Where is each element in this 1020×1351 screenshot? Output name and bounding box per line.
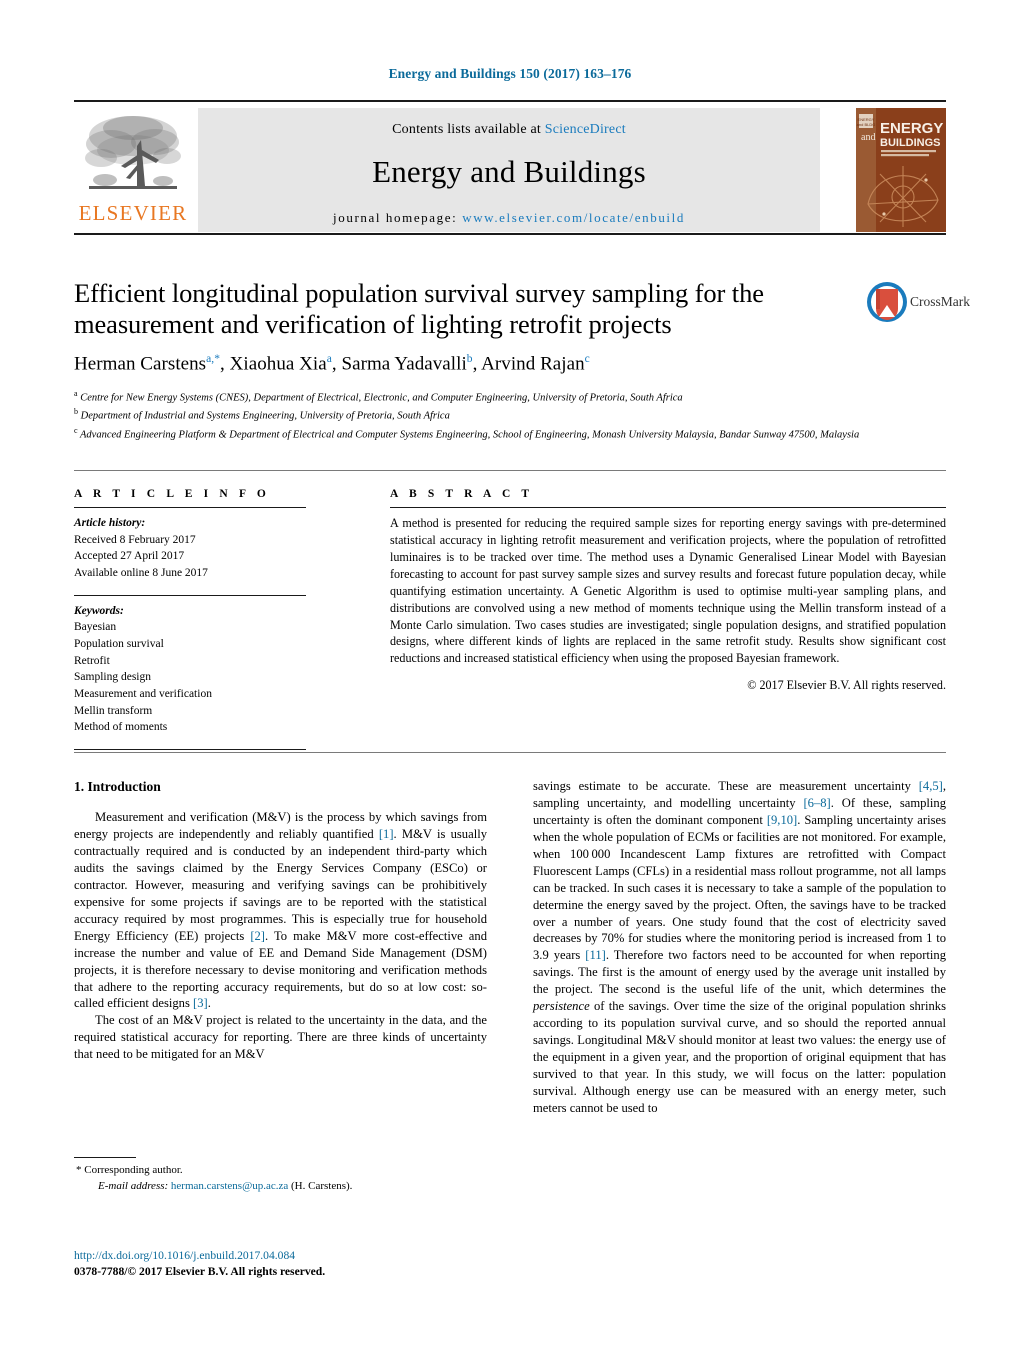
abstract-rule xyxy=(390,507,946,508)
citation-link[interactable]: [1] xyxy=(379,827,394,841)
crossmark-icon xyxy=(867,282,907,322)
section-heading-introduction: 1. Introduction xyxy=(74,779,161,794)
keyword-item: Retrofit xyxy=(74,654,110,667)
abstract-copyright: © 2017 Elsevier B.V. All rights reserved… xyxy=(747,678,946,693)
affil-sup-b: b xyxy=(74,407,78,417)
journal-masthead: ELSEVIER Contents lists available at Sci… xyxy=(74,100,946,235)
affiliation-list: a Centre for New Energy Systems (CNES), … xyxy=(74,388,894,443)
affil-sup-a: a xyxy=(74,389,78,398)
info-spacer-1 xyxy=(74,582,306,595)
footnote-rule xyxy=(74,1157,136,1158)
masthead-bottom-rule xyxy=(74,233,946,235)
citation-link[interactable]: [6–8] xyxy=(803,796,830,810)
abstract-text: A method is presented for reducing the r… xyxy=(390,516,946,666)
svg-text:and: and xyxy=(861,132,875,143)
article-info-rule-2 xyxy=(74,594,306,596)
journal-homepage-line: journal homepage: www.elsevier.com/locat… xyxy=(198,210,820,226)
keyword-item: Population survival xyxy=(74,638,164,651)
affil-mark-a: a,* xyxy=(206,353,221,366)
contents-line: Contents lists available at ScienceDirec… xyxy=(198,108,820,138)
affiliation-b: b Department of Industrial and Systems E… xyxy=(74,406,894,424)
paragraph: Measurement and verification (M&V) is th… xyxy=(74,810,487,1011)
paragraph: savings estimate to be accurate. These a… xyxy=(533,779,947,1115)
author-list: Herman Carstensa,*, Xiaohua Xiaa, Sarma … xyxy=(74,353,590,375)
journal-cover-image: ENERGY and BLDG and ENERGY BUILDINGS xyxy=(856,108,946,232)
masthead-top-rule xyxy=(74,100,946,102)
affiliation-c-text: Advanced Engineering Platform & Departme… xyxy=(80,429,860,441)
keywords-label: Keywords: xyxy=(74,604,124,617)
history-accepted: Accepted 27 April 2017 xyxy=(74,550,185,563)
email-note: E-mail address: herman.carstens@up.ac.za… xyxy=(74,1179,487,1195)
affil-mark-b: b xyxy=(466,353,473,366)
journal-title: Energy and Buildings xyxy=(372,154,646,189)
citation-link[interactable]: [4,5] xyxy=(919,779,943,793)
crossmark-badge[interactable]: CrossMark xyxy=(866,281,970,327)
abstract-heading: A B S T R A C T xyxy=(390,488,534,500)
elsevier-logo: ELSEVIER xyxy=(74,108,192,232)
email-link[interactable]: herman.carstens@up.ac.za xyxy=(171,1180,288,1192)
crossmark-label: CrossMark xyxy=(910,294,970,309)
svg-text:BUILDINGS: BUILDINGS xyxy=(880,137,941,149)
journal-homepage-link[interactable]: www.elsevier.com/locate/enbuild xyxy=(462,210,685,225)
affiliation-a-text: Centre for New Energy Systems (CNES), De… xyxy=(80,392,683,404)
title-block: Efficient longitudinal population surviv… xyxy=(74,278,874,376)
affil-sup-c: c xyxy=(74,425,78,435)
affiliation-b-text: Department of Industrial and Systems Eng… xyxy=(80,410,450,422)
article-info-heading: A R T I C L E I N F O xyxy=(74,488,270,500)
keyword-item: Measurement and verification xyxy=(74,688,212,701)
page-title: Efficient longitudinal population surviv… xyxy=(74,278,764,339)
paper-page: Energy and Buildings 150 (2017) 163–176 xyxy=(0,0,1020,1351)
affiliation-c: c Advanced Engineering Platform & Depart… xyxy=(74,425,894,443)
email-label: E-mail address: xyxy=(98,1179,169,1192)
keyword-item: Sampling design xyxy=(74,671,151,684)
citation-link[interactable]: [2] xyxy=(250,929,265,943)
history-online: Available online 8 June 2017 xyxy=(74,567,208,580)
citation-link[interactable]: [3] xyxy=(193,996,208,1010)
elsevier-tree-icon xyxy=(85,116,181,189)
issn-copyright-line: 0378-7788/© 2017 Elsevier B.V. All right… xyxy=(74,1265,326,1279)
footer-block: http://dx.doi.org/10.1016/j.enbuild.2017… xyxy=(74,1248,574,1281)
elsevier-wordmark: ELSEVIER xyxy=(78,201,188,225)
abstract-block: A B S T R A C T A method is presented fo… xyxy=(390,488,946,693)
journal-band: Contents lists available at ScienceDirec… xyxy=(198,108,820,232)
footnote-block: * Corresponding author. E-mail address: … xyxy=(74,1163,487,1194)
running-head: Energy and Buildings 150 (2017) 163–176 xyxy=(388,66,632,81)
info-top-rule xyxy=(74,470,946,471)
svg-text:ENERGY: ENERGY xyxy=(880,120,943,137)
keyword-item: Mellin transform xyxy=(74,704,153,717)
corresponding-author-note: * Corresponding author. xyxy=(76,1164,183,1176)
citation-link[interactable]: [11] xyxy=(585,948,606,962)
svg-text:and BLDG: and BLDG xyxy=(857,122,876,127)
info-spacer-2 xyxy=(74,736,306,749)
affiliation-a: a Centre for New Energy Systems (CNES), … xyxy=(74,388,894,406)
article-history-label: Article history: xyxy=(74,517,146,529)
article-info-block: A R T I C L E I N F O Article history: R… xyxy=(74,488,306,757)
paragraph: The cost of an M&V project is related to… xyxy=(74,1013,487,1062)
doi-link[interactable]: http://dx.doi.org/10.1016/j.enbuild.2017… xyxy=(74,1248,574,1264)
email-suffix: (H. Carstens). xyxy=(291,1179,353,1192)
affil-mark-c: c xyxy=(584,353,590,366)
citation-link[interactable]: [9,10] xyxy=(767,813,797,827)
history-received: Received 8 February 2017 xyxy=(74,533,196,546)
journal-cover-artwork: ENERGY and BLDG and ENERGY BUILDINGS xyxy=(856,108,946,232)
article-info-rule-1 xyxy=(74,507,306,508)
sciencedirect-link[interactable]: ScienceDirect xyxy=(545,122,626,137)
keyword-item: Method of moments xyxy=(74,721,168,734)
article-info-rule-3 xyxy=(74,749,306,751)
body-column-left: 1. Introduction Measurement and verifica… xyxy=(74,778,487,1063)
homepage-prefix: journal homepage: xyxy=(333,210,463,225)
contents-prefix: Contents lists available at xyxy=(392,122,545,137)
keyword-item: Bayesian xyxy=(74,621,117,634)
body-column-right: savings estimate to be accurate. These a… xyxy=(533,778,946,1117)
affil-mark-a2: a xyxy=(326,353,332,366)
